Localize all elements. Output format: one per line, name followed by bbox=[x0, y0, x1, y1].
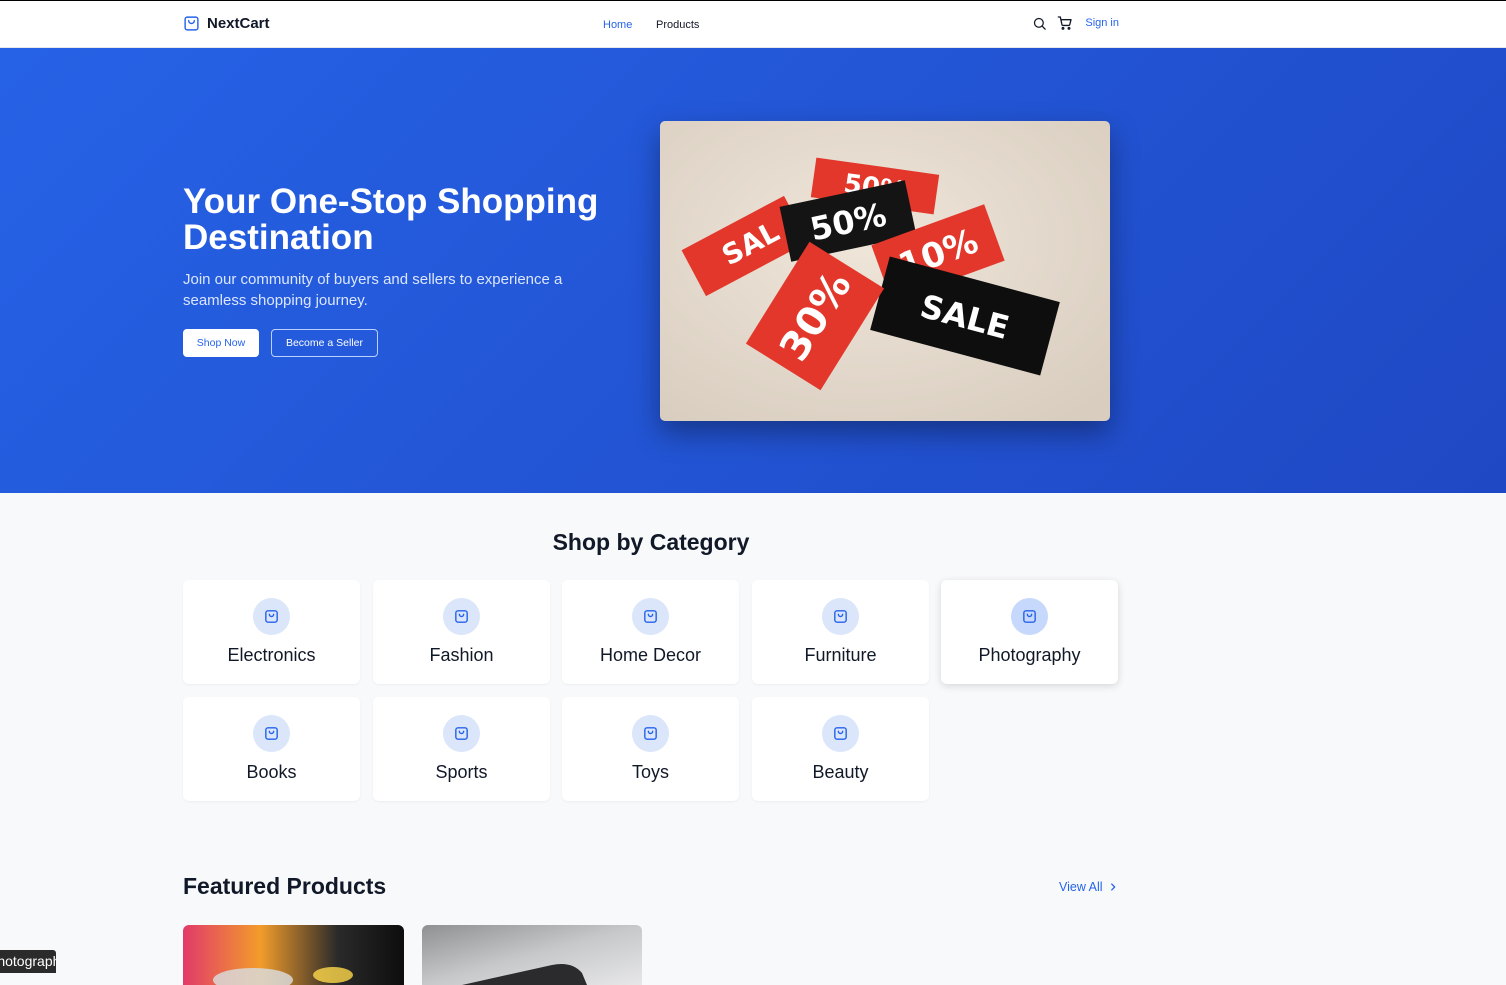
featured-section-title: Featured Products bbox=[183, 873, 387, 899]
category-icon bbox=[822, 598, 859, 635]
shopping-bag-icon bbox=[265, 727, 278, 740]
shopping-bag-icon bbox=[455, 727, 468, 740]
hero-subtitle: Join our community of buyers and sellers… bbox=[183, 271, 563, 309]
shopping-bag-icon bbox=[644, 727, 657, 740]
shopping-bag-icon bbox=[184, 16, 199, 31]
nav-products[interactable]: Products bbox=[656, 19, 699, 31]
shopping-bag-icon bbox=[834, 727, 847, 740]
brand-logo[interactable]: NextCart bbox=[183, 15, 270, 32]
category-label: Photography bbox=[978, 645, 1081, 665]
hero-banner: Your One-Stop Shopping Destination Join … bbox=[0, 48, 1506, 493]
cart-icon[interactable] bbox=[1057, 15, 1073, 31]
category-label: Toys bbox=[631, 762, 669, 782]
category-icon bbox=[822, 715, 859, 752]
hover-tooltip: Photography bbox=[0, 950, 56, 973]
category-card-beauty[interactable]: Beauty bbox=[752, 697, 929, 801]
category-label: Furniture bbox=[804, 645, 877, 665]
category-card-electronics[interactable]: Electronics bbox=[183, 580, 360, 684]
shopping-bag-icon bbox=[265, 610, 278, 623]
shopping-bag-icon bbox=[455, 610, 468, 623]
category-icon bbox=[253, 715, 290, 752]
category-card-sports[interactable]: Sports bbox=[373, 697, 550, 801]
become-seller-button[interactable]: Become a Seller bbox=[271, 329, 378, 357]
category-label: Beauty bbox=[812, 762, 869, 782]
hero-image: 50% SAL 50% 10% SALE bbox=[660, 121, 1110, 421]
brand-name: NextCart bbox=[207, 15, 270, 32]
category-icon bbox=[1011, 598, 1048, 635]
chevron-right-icon bbox=[1110, 883, 1115, 891]
category-card-toys[interactable]: Toys bbox=[562, 697, 739, 801]
category-label: Fashion bbox=[429, 645, 494, 665]
view-all-link[interactable]: View All bbox=[1059, 880, 1118, 894]
category-card-books[interactable]: Books bbox=[183, 697, 360, 801]
search-icon[interactable] bbox=[1032, 16, 1047, 31]
header-actions: Sign in bbox=[1032, 15, 1119, 31]
category-label: Books bbox=[246, 762, 297, 782]
category-section-title: Shop by Category bbox=[552, 529, 750, 555]
view-all-label: View All bbox=[1059, 880, 1103, 894]
category-icon bbox=[632, 598, 669, 635]
hero-title: Your One-Stop Shopping Destination bbox=[183, 182, 599, 257]
product-card-image[interactable] bbox=[422, 925, 642, 985]
category-card-furniture[interactable]: Furniture bbox=[752, 580, 929, 684]
category-label: Home Decor bbox=[599, 645, 702, 665]
sign-in-link[interactable]: Sign in bbox=[1085, 17, 1119, 29]
shop-now-button[interactable]: Shop Now bbox=[183, 329, 259, 357]
product-card-image[interactable] bbox=[183, 925, 404, 985]
category-label: Electronics bbox=[227, 645, 316, 665]
category-card-photography[interactable]: Photography bbox=[941, 580, 1118, 684]
category-label: Sports bbox=[435, 762, 488, 782]
category-card-home-decor[interactable]: Home Decor bbox=[562, 580, 739, 684]
nav-home[interactable]: Home bbox=[603, 19, 632, 31]
category-icon bbox=[443, 715, 480, 752]
shopping-bag-icon bbox=[1023, 610, 1036, 623]
category-icon bbox=[632, 715, 669, 752]
shopping-bag-icon bbox=[834, 610, 847, 623]
category-icon bbox=[253, 598, 290, 635]
shopping-bag-icon bbox=[644, 610, 657, 623]
category-card-fashion[interactable]: Fashion bbox=[373, 580, 550, 684]
top-navbar: NextCart Home Products Sign in bbox=[0, 0, 1506, 48]
category-icon bbox=[443, 598, 480, 635]
